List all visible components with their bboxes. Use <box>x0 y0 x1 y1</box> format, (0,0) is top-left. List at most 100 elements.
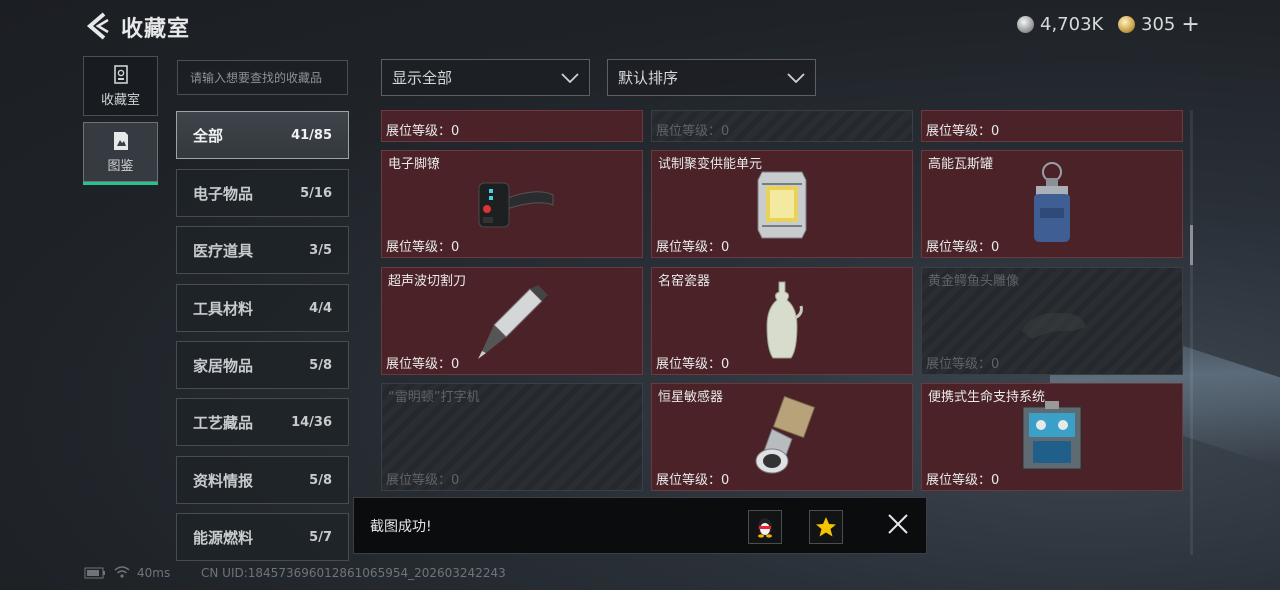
item-name: 黄金鳄鱼头雕像 <box>928 274 1020 289</box>
codex-icon <box>113 131 128 150</box>
toast-message: 截图成功! <box>370 519 432 535</box>
gold-currency[interactable]: 305 + <box>1118 13 1200 35</box>
share-qzone-button[interactable] <box>809 510 843 544</box>
booth-level: 展位等级：0 <box>386 124 460 139</box>
booth-level: 展位等级：0 <box>386 357 460 372</box>
category-intel[interactable]: 资料情报 5/8 <box>176 456 349 504</box>
category-count: 5/8 <box>309 472 332 488</box>
category-name: 全部 <box>193 126 224 145</box>
booth-level: 展位等级：0 <box>656 357 730 372</box>
category-count: 41/85 <box>291 127 332 143</box>
gold-amount: 305 <box>1141 14 1176 35</box>
booth-level: 展位等级：0 <box>386 240 460 255</box>
booth-level: 展位等级：0 <box>926 240 1000 255</box>
collection-card[interactable]: 便携式生命支持系统 展位等级：0 <box>921 383 1183 491</box>
collection-card[interactable]: 超声波切割刀 展位等级：0 <box>381 267 643 375</box>
category-all[interactable]: 全部 41/85 <box>176 111 349 159</box>
category-count: 14/36 <box>291 414 332 430</box>
booth-level: 展位等级：0 <box>926 124 1000 139</box>
category-count: 3/5 <box>309 242 332 258</box>
life-support-icon <box>1022 401 1082 470</box>
item-name: 电子脚镣 <box>388 157 441 172</box>
wifi-icon <box>114 565 130 582</box>
collection-room-icon <box>113 64 128 84</box>
gas-canister-icon <box>1034 162 1070 242</box>
silver-coin-icon <box>1017 16 1034 33</box>
filter-value: 显示全部 <box>392 69 453 87</box>
collection-card[interactable]: 名窑瓷器 展位等级：0 <box>651 267 913 375</box>
collection-card-locked[interactable]: 展位等级：0 <box>651 110 913 142</box>
fusion-cell-icon <box>757 171 807 239</box>
item-name: 名窑瓷器 <box>658 274 711 289</box>
category-energy[interactable]: 能源燃料 5/7 <box>176 513 349 561</box>
sort-value: 默认排序 <box>618 69 679 87</box>
battery-icon <box>84 567 106 582</box>
gold-coin-icon <box>1118 16 1135 33</box>
item-name: 高能瓦斯罐 <box>928 157 994 172</box>
booth-level: 展位等级：0 <box>926 473 1000 488</box>
category-crafts[interactable]: 工艺藏品 14/36 <box>176 398 349 446</box>
booth-level: 展位等级：0 <box>386 473 460 488</box>
category-tools[interactable]: 工具材料 4/4 <box>176 284 349 332</box>
chevron-down-icon <box>561 72 579 83</box>
rail-codex[interactable]: 图鉴 <box>83 122 158 185</box>
sort-dropdown[interactable]: 默认排序 <box>607 59 816 96</box>
chevron-down-icon <box>787 72 805 83</box>
category-name: 医疗道具 <box>193 241 254 260</box>
collection-grid: 展位等级：0 展位等级：0 展位等级：0 电子脚镣 展位等级：0 试制聚变供能单… <box>380 110 1186 495</box>
category-name: 能源燃料 <box>193 528 254 547</box>
category-household[interactable]: 家居物品 5/8 <box>176 341 349 389</box>
filter-dropdown[interactable]: 显示全部 <box>381 59 590 96</box>
rail-label: 图鉴 <box>107 158 134 174</box>
collection-card[interactable]: 试制聚变供能单元 展位等级：0 <box>651 150 913 258</box>
category-name: 工具材料 <box>193 299 254 318</box>
back-button[interactable] <box>84 12 110 40</box>
close-icon <box>888 514 908 534</box>
category-name: 家居物品 <box>193 356 254 375</box>
ankle-monitor-icon <box>478 182 554 228</box>
rail-label: 收藏室 <box>100 92 140 108</box>
crocodile-statue-icon <box>1022 312 1086 339</box>
category-electronics[interactable]: 电子物品 5/16 <box>176 169 349 217</box>
back-arrow-icon <box>86 12 109 40</box>
screenshot-toast: 截图成功! <box>353 497 927 554</box>
collection-card[interactable]: 电子脚镣 展位等级：0 <box>381 150 643 258</box>
collection-card[interactable]: 展位等级：0 <box>921 110 1183 142</box>
collection-card[interactable]: 展位等级：0 <box>381 110 643 142</box>
collection-card-locked[interactable]: 黄金鳄鱼头雕像 展位等级：0 <box>921 267 1183 375</box>
category-medical[interactable]: 医疗道具 3/5 <box>176 226 349 274</box>
silver-currency: 4,703K <box>1017 14 1103 35</box>
booth-level: 展位等级：0 <box>926 357 1000 372</box>
share-qq-button[interactable] <box>748 510 782 544</box>
star-sensor-icon <box>755 395 816 474</box>
uid-text: CN UID:1845736960128610659​54_2026032422… <box>201 566 506 580</box>
category-name: 资料情报 <box>193 471 254 490</box>
booth-level: 展位等级：0 <box>656 473 730 488</box>
category-name: 工艺藏品 <box>193 413 254 432</box>
category-count: 5/16 <box>300 185 332 201</box>
booth-level: 展位等级：0 <box>656 240 730 255</box>
qq-penguin-icon <box>758 518 772 538</box>
item-name: “雷明顿”打字机 <box>388 390 480 405</box>
porcelain-vase-icon <box>766 281 803 359</box>
search-input[interactable] <box>177 60 348 95</box>
collection-card[interactable]: 恒星敏感器 展位等级：0 <box>651 383 913 491</box>
grid-scroll-thumb[interactable] <box>1190 225 1193 265</box>
ultrasonic-cutter-icon <box>478 285 548 359</box>
toast-close-button[interactable] <box>886 512 910 536</box>
booth-level: 展位等级：0 <box>656 124 730 139</box>
add-currency-button[interactable]: + <box>1181 13 1199 35</box>
item-name: 恒星敏感器 <box>658 390 724 405</box>
rail-collection-room[interactable]: 收藏室 <box>83 56 158 116</box>
page-title: 收藏室 <box>121 17 191 42</box>
ping-text: 40ms <box>137 566 171 580</box>
collection-card-locked[interactable]: “雷明顿”打字机 展位等级：0 <box>381 383 643 491</box>
qzone-star-icon <box>816 517 836 537</box>
category-count: 4/4 <box>309 300 332 316</box>
item-name: 超声波切割刀 <box>388 274 467 289</box>
item-name: 试制聚变供能单元 <box>658 157 763 172</box>
collection-card[interactable]: 高能瓦斯罐 展位等级：0 <box>921 150 1183 258</box>
category-count: 5/8 <box>309 357 332 373</box>
grid-scrollbar[interactable] <box>1190 110 1193 555</box>
category-count: 5/7 <box>309 529 332 545</box>
